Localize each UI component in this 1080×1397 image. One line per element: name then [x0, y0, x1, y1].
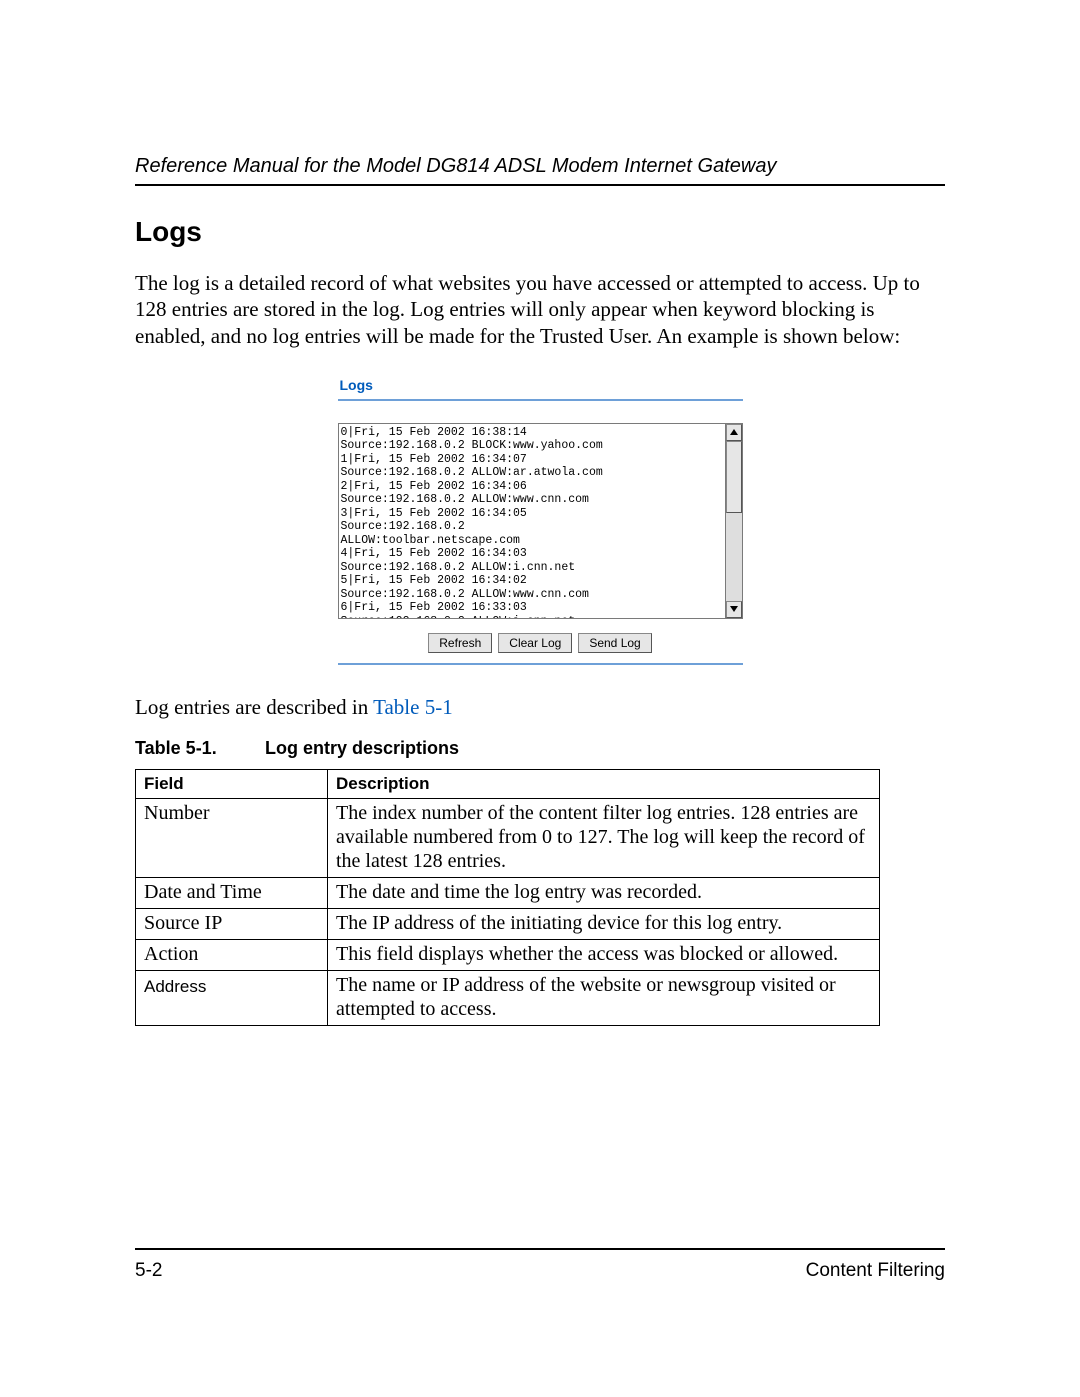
- table-header-description: Description: [328, 769, 880, 798]
- log-textarea[interactable]: 0|Fri, 15 Feb 2002 16:38:14 Source:192.1…: [338, 423, 726, 619]
- table-row: NumberThe index number of the content fi…: [136, 798, 880, 877]
- refresh-button[interactable]: Refresh: [428, 633, 492, 653]
- table-cell-description: This field displays whether the access w…: [328, 939, 880, 970]
- table-row: ActionThis field displays whether the ac…: [136, 939, 880, 970]
- table-cell-description: The name or IP address of the website or…: [328, 970, 880, 1025]
- table-header-field: Field: [136, 769, 328, 798]
- running-header: Reference Manual for the Model DG814 ADS…: [135, 155, 945, 186]
- table-row: Source IPThe IP address of the initiatin…: [136, 908, 880, 939]
- send-log-button[interactable]: Send Log: [578, 633, 651, 653]
- scroll-track[interactable]: [726, 441, 742, 601]
- page-footer: 5-2 Content Filtering: [135, 1248, 945, 1282]
- table-cell-description: The index number of the content filter l…: [328, 798, 880, 877]
- table-cell-field: Date and Time: [136, 877, 328, 908]
- chevron-down-icon: [730, 606, 738, 612]
- table-cell-field: Action: [136, 939, 328, 970]
- table-caption-number: Table 5-1.: [135, 738, 260, 759]
- intro-paragraph: The log is a detailed record of what web…: [135, 270, 945, 349]
- log-figure: Logs 0|Fri, 15 Feb 2002 16:38:14 Source:…: [338, 373, 743, 665]
- table-row: Date and TimeThe date and time the log e…: [136, 877, 880, 908]
- section-title: Logs: [135, 216, 945, 248]
- log-panel-title: Logs: [338, 373, 743, 401]
- footer-section-name: Content Filtering: [806, 1260, 945, 1282]
- scroll-up-button[interactable]: [726, 424, 742, 441]
- clear-log-button[interactable]: Clear Log: [498, 633, 572, 653]
- described-in-paragraph: Log entries are described in Table 5-1: [135, 695, 945, 720]
- table-cell-description: The IP address of the initiating device …: [328, 908, 880, 939]
- described-in-prefix: Log entries are described in: [135, 695, 373, 719]
- table-caption-title: Log entry descriptions: [265, 738, 459, 758]
- log-entry-descriptions-table: Field Description NumberThe index number…: [135, 769, 880, 1026]
- table-cell-field: Source IP: [136, 908, 328, 939]
- footer-page-number: 5-2: [135, 1260, 162, 1282]
- scroll-down-button[interactable]: [726, 601, 742, 618]
- table-reference-link[interactable]: Table 5-1: [373, 695, 453, 719]
- table-caption: Table 5-1. Log entry descriptions: [135, 738, 945, 759]
- table-cell-description: The date and time the log entry was reco…: [328, 877, 880, 908]
- log-scrollbar[interactable]: [726, 423, 743, 619]
- table-row: AddressThe name or IP address of the web…: [136, 970, 880, 1025]
- table-cell-field: Address: [136, 970, 328, 1025]
- chevron-up-icon: [730, 429, 738, 435]
- scroll-thumb[interactable]: [726, 441, 742, 513]
- table-cell-field: Number: [136, 798, 328, 877]
